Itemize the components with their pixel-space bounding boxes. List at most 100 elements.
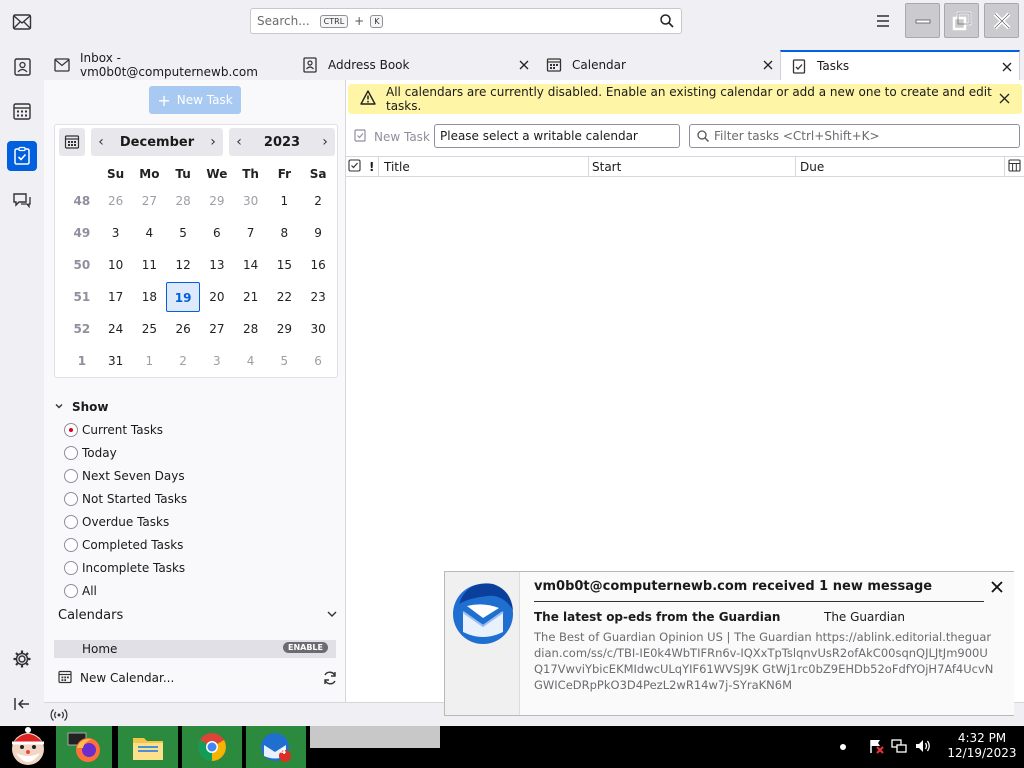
calendar-day[interactable]: 29 bbox=[200, 186, 234, 216]
new-mail-notification[interactable]: vm0b0t@computernewb.com received 1 new m… bbox=[444, 571, 1014, 716]
calendar-day[interactable]: 29 bbox=[268, 314, 302, 344]
taskbar-thunderbird[interactable]: 4 bbox=[246, 726, 306, 768]
taskbar-chrome[interactable] bbox=[182, 726, 242, 768]
new-task-button[interactable]: + New Task bbox=[149, 86, 241, 114]
calendar-item-home[interactable]: Home ENABLE bbox=[54, 640, 336, 658]
calendar-day[interactable]: 5 bbox=[166, 218, 200, 248]
address-book-space-icon[interactable] bbox=[7, 52, 37, 82]
calendar-day[interactable]: 2 bbox=[301, 186, 335, 216]
filter-radio[interactable] bbox=[64, 445, 78, 460]
calendar-day[interactable]: 4 bbox=[234, 346, 268, 376]
filter-radio[interactable] bbox=[64, 537, 78, 552]
new-calendar-button[interactable]: New Calendar... bbox=[58, 668, 338, 688]
next-year-icon[interactable]: › bbox=[315, 134, 335, 150]
next-month-icon[interactable]: › bbox=[203, 134, 223, 150]
filter-option[interactable]: Completed Tasks bbox=[52, 533, 342, 556]
filter-option[interactable]: All bbox=[52, 579, 342, 602]
network-icon[interactable] bbox=[890, 738, 908, 757]
chat-space-icon[interactable] bbox=[7, 186, 37, 216]
taskbar-file-explorer[interactable] bbox=[118, 726, 178, 768]
calendars-section-header[interactable]: Calendars bbox=[58, 608, 338, 623]
calendar-day[interactable]: 31 bbox=[99, 346, 133, 376]
filter-option[interactable]: Today bbox=[52, 441, 342, 464]
calendar-day-today[interactable]: 19 bbox=[166, 282, 201, 312]
tab-calendar[interactable]: Calendar bbox=[536, 50, 780, 80]
calendar-day[interactable]: 27 bbox=[200, 314, 234, 344]
action-center-flag-icon[interactable] bbox=[868, 738, 884, 757]
calendar-day[interactable]: 6 bbox=[200, 218, 234, 248]
calendar-day[interactable]: 25 bbox=[133, 314, 167, 344]
tab-inbox[interactable]: Inbox - vm0b0t@computernewb.com bbox=[44, 50, 292, 80]
calendar-day[interactable]: 6 bbox=[301, 346, 335, 376]
close-tab-icon[interactable] bbox=[999, 59, 1015, 75]
filter-option[interactable]: Next Seven Days bbox=[52, 464, 342, 487]
tasks-space-icon[interactable] bbox=[7, 141, 37, 171]
calendar-day[interactable]: 22 bbox=[268, 282, 302, 312]
completed-column-checkbox-icon[interactable] bbox=[348, 159, 361, 175]
enable-calendar-button[interactable]: ENABLE bbox=[282, 642, 328, 653]
calendar-day[interactable]: 30 bbox=[234, 186, 268, 216]
calendar-day[interactable]: 1 bbox=[133, 346, 167, 376]
calendar-select-input[interactable]: Please select a writable calendar bbox=[434, 124, 680, 148]
tab-tasks[interactable]: Tasks bbox=[780, 50, 1020, 80]
filter-option[interactable]: Overdue Tasks bbox=[52, 510, 342, 533]
filter-radio[interactable] bbox=[64, 583, 78, 598]
calendar-day[interactable]: 27 bbox=[133, 186, 167, 216]
calendar-day[interactable]: 11 bbox=[133, 250, 167, 280]
calendar-day[interactable]: 21 bbox=[234, 282, 268, 312]
calendar-day[interactable]: 28 bbox=[234, 314, 268, 344]
close-warning-icon[interactable] bbox=[999, 93, 1010, 107]
refresh-icon[interactable] bbox=[322, 670, 338, 689]
filter-radio[interactable] bbox=[64, 491, 78, 506]
calendar-day[interactable]: 8 bbox=[268, 218, 302, 248]
calendar-day[interactable]: 26 bbox=[166, 314, 200, 344]
calendar-day[interactable]: 10 bbox=[99, 250, 133, 280]
tray-dot-icon[interactable] bbox=[840, 744, 846, 750]
search-icon[interactable] bbox=[659, 13, 675, 32]
filter-radio[interactable] bbox=[64, 514, 78, 529]
start-column-header[interactable]: Start bbox=[592, 160, 621, 174]
calendar-day[interactable]: 16 bbox=[301, 250, 335, 280]
close-tab-icon[interactable] bbox=[760, 57, 776, 73]
previous-year-icon[interactable]: ‹ bbox=[229, 134, 249, 150]
calendar-day[interactable]: 9 bbox=[301, 218, 335, 248]
global-search-input[interactable]: Search... CTRL + K bbox=[250, 8, 682, 34]
show-section-header[interactable]: Show bbox=[52, 398, 342, 416]
calendar-day[interactable]: 18 bbox=[133, 282, 167, 312]
previous-month-icon[interactable]: ‹ bbox=[91, 134, 111, 150]
filter-option[interactable]: Current Tasks bbox=[52, 418, 342, 441]
online-status-icon[interactable] bbox=[50, 708, 68, 725]
collapse-spaces-icon[interactable] bbox=[7, 689, 37, 719]
close-window-button[interactable] bbox=[984, 3, 1019, 38]
filter-radio[interactable] bbox=[64, 422, 78, 437]
close-tab-icon[interactable] bbox=[516, 57, 532, 73]
priority-column-header[interactable]: ! bbox=[369, 160, 374, 174]
minimize-button[interactable] bbox=[905, 3, 940, 38]
calendar-day[interactable]: 12 bbox=[166, 250, 200, 280]
filter-option[interactable]: Incomplete Tasks bbox=[52, 556, 342, 579]
start-button[interactable] bbox=[2, 726, 54, 768]
calendar-day[interactable]: 23 bbox=[301, 282, 335, 312]
close-notification-icon[interactable] bbox=[990, 580, 1006, 596]
filter-tasks-input[interactable]: Filter tasks <Ctrl+Shift+K> bbox=[689, 124, 1020, 148]
due-column-header[interactable]: Due bbox=[800, 160, 824, 174]
taskbar-firefox[interactable] bbox=[56, 726, 112, 768]
calendar-day[interactable]: 3 bbox=[99, 218, 133, 248]
volume-icon[interactable] bbox=[914, 738, 932, 757]
mail-space-icon[interactable] bbox=[7, 7, 37, 37]
calendar-day[interactable]: 26 bbox=[99, 186, 133, 216]
settings-gear-icon[interactable] bbox=[7, 644, 37, 674]
calendar-day[interactable]: 4 bbox=[133, 218, 167, 248]
calendar-day[interactable]: 17 bbox=[99, 282, 133, 312]
restore-button[interactable] bbox=[944, 3, 979, 38]
calendar-day[interactable]: 13 bbox=[200, 250, 234, 280]
calendar-day[interactable]: 3 bbox=[200, 346, 234, 376]
calendar-day[interactable]: 7 bbox=[234, 218, 268, 248]
calendar-day[interactable]: 2 bbox=[166, 346, 200, 376]
calendar-space-icon[interactable] bbox=[7, 96, 37, 126]
calendar-day[interactable]: 5 bbox=[268, 346, 302, 376]
new-task-toolbar-button[interactable]: New Task bbox=[354, 128, 430, 145]
app-menu-icon[interactable] bbox=[872, 10, 894, 32]
taskbar-clock[interactable]: 4:32 PM 12/19/2023 bbox=[944, 731, 1020, 761]
calendar-day[interactable]: 24 bbox=[99, 314, 133, 344]
